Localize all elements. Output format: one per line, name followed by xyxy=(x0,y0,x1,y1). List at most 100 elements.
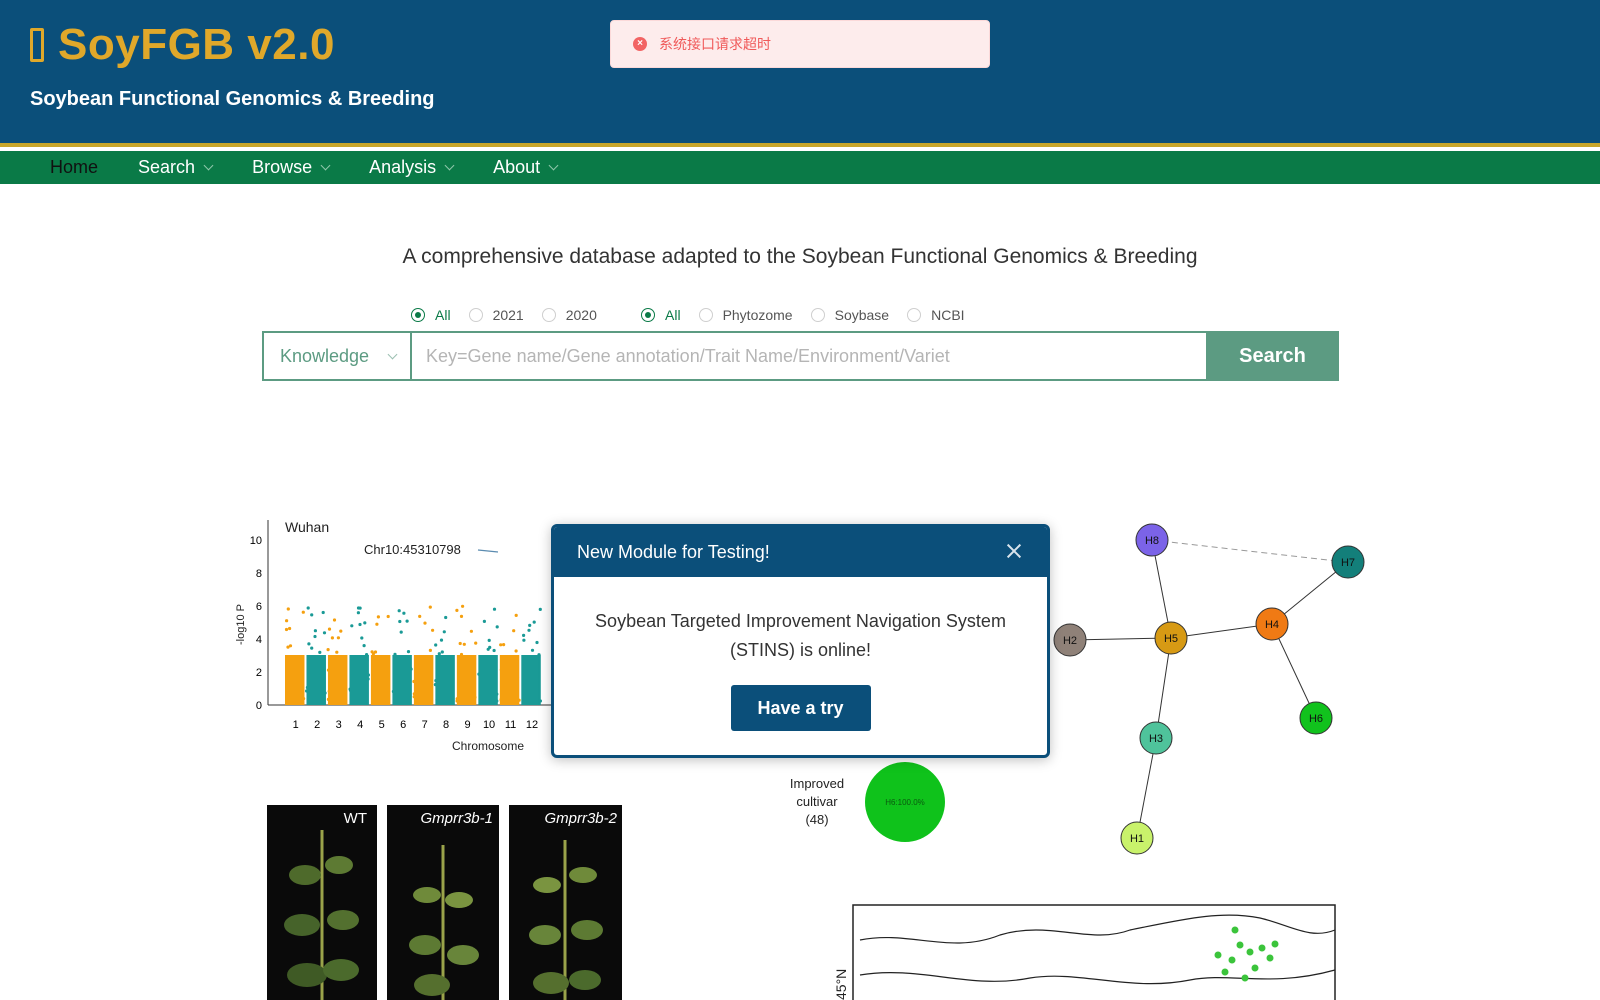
manhattan-point xyxy=(418,614,422,618)
nav-home[interactable]: Home xyxy=(50,157,98,178)
pie-label-line: Improved xyxy=(790,776,844,791)
manhattan-point xyxy=(326,648,330,652)
main-nav: Home Search Browse Analysis About xyxy=(0,151,1600,184)
manhattan-dense-band xyxy=(478,655,498,705)
x-tick-label: 11 xyxy=(505,719,516,731)
manhattan-point xyxy=(322,631,327,635)
manhattan-point xyxy=(439,638,444,642)
search-input[interactable] xyxy=(411,331,1206,381)
manhattan-point xyxy=(527,628,531,632)
nav-analysis[interactable]: Analysis xyxy=(369,157,455,178)
nav-search-label: Search xyxy=(138,157,196,177)
manhattan-dense-band xyxy=(435,655,455,705)
manhattan-dense-band xyxy=(392,655,412,705)
plant-label: Gmprr3b-2 xyxy=(544,810,617,827)
manhattan-dense-band xyxy=(499,655,520,705)
manhattan-point xyxy=(437,652,441,656)
year-option-2020[interactable]: 2020 xyxy=(541,307,597,323)
site-subtitle: Soybean Functional Genomics & Breeding xyxy=(30,88,435,110)
error-toast: × 系统接口请求超时 xyxy=(610,20,990,68)
manhattan-point xyxy=(335,650,339,654)
manhattan-dense-band xyxy=(456,655,477,705)
manhattan-point xyxy=(356,606,361,610)
radio-dot xyxy=(411,308,425,322)
source-option-label: Phytozome xyxy=(722,307,793,323)
source-option-phytozome[interactable]: Phytozome xyxy=(698,307,793,323)
plant-photos-figure: WT Gmprr3b-1 Gmprr3b-2 xyxy=(267,805,622,1000)
manhattan-point xyxy=(502,643,506,647)
manhattan-point xyxy=(402,611,406,615)
y-tick-label: 2 xyxy=(256,667,262,679)
nav-search[interactable]: Search xyxy=(138,157,214,178)
radio-dot xyxy=(541,308,556,322)
manhattan-xlabel: Chromosome xyxy=(452,739,524,753)
manhattan-point xyxy=(522,633,526,637)
manhattan-point xyxy=(376,615,380,619)
manhattan-point xyxy=(327,627,332,631)
manhattan-point xyxy=(487,638,491,642)
manhattan-dense-band xyxy=(521,655,541,705)
manhattan-point xyxy=(399,630,403,634)
annotation-arrow xyxy=(477,549,499,553)
manhattan-point xyxy=(330,636,334,640)
manhattan-dense-band xyxy=(349,655,369,705)
manhattan-point xyxy=(482,619,486,623)
x-tick-label: 8 xyxy=(443,719,449,731)
search-button[interactable]: Search xyxy=(1206,331,1339,381)
plant-panel-mutant-1: Gmprr3b-1 xyxy=(387,805,499,1000)
manhattan-point xyxy=(363,621,367,625)
plant-panel-wt: WT xyxy=(267,805,377,1000)
manhattan-point xyxy=(474,641,478,645)
manhattan-point xyxy=(455,608,459,612)
manhattan-point xyxy=(301,610,305,614)
site-title[interactable]: SoyFGB v2.0 xyxy=(30,20,335,70)
nav-about[interactable]: About xyxy=(493,157,559,178)
source-option-ncbi[interactable]: NCBI xyxy=(907,307,965,323)
manhattan-annotation: Chr10:45310798 xyxy=(364,542,461,557)
plant-label: WT xyxy=(344,810,367,827)
source-option-all[interactable]: All xyxy=(641,307,681,323)
year-option-all[interactable]: All xyxy=(411,307,451,323)
x-tick-label: 5 xyxy=(379,719,385,731)
box-icon xyxy=(30,28,44,62)
manhattan-point xyxy=(310,613,314,617)
nav-analysis-label: Analysis xyxy=(369,157,437,177)
node-label: H3 xyxy=(1149,733,1163,745)
manhattan-point xyxy=(332,618,337,622)
manhattan-point xyxy=(514,613,518,617)
manhattan-point xyxy=(356,611,360,615)
source-option-label: All xyxy=(665,307,681,323)
manhattan-point xyxy=(288,626,292,631)
have-a-try-button[interactable]: Have a try xyxy=(730,685,871,731)
manhattan-point xyxy=(469,629,473,633)
manhattan-location: Wuhan xyxy=(285,520,329,535)
radio-dot xyxy=(698,308,713,322)
node-label: H6 xyxy=(1309,713,1323,725)
chevron-down-icon xyxy=(203,160,214,171)
search-category-select[interactable]: Knowledge xyxy=(262,331,411,381)
tagline: A comprehensive database adapted to the … xyxy=(402,245,1198,268)
node-label: H4 xyxy=(1265,619,1279,631)
manhattan-point xyxy=(434,643,438,647)
source-option-soybase[interactable]: Soybase xyxy=(810,307,889,323)
y-ticks: 0 2 4 6 8 10 xyxy=(250,535,262,712)
node-label: H5 xyxy=(1164,633,1178,645)
year-option-2021[interactable]: 2021 xyxy=(468,307,524,323)
nav-browse[interactable]: Browse xyxy=(252,157,331,178)
distribution-map-figure: 45°N xyxy=(833,904,1336,1000)
manhattan-point xyxy=(286,645,290,649)
manhattan-point xyxy=(442,630,446,634)
y-tick-label: 10 xyxy=(250,535,262,547)
manhattan-point xyxy=(538,607,542,611)
manhattan-point xyxy=(444,615,448,620)
close-icon[interactable] xyxy=(1005,542,1023,560)
x-tick-label: 7 xyxy=(422,719,428,731)
x-tick-label: 10 xyxy=(483,719,495,731)
chevron-down-icon xyxy=(444,160,455,171)
manhattan-point xyxy=(499,643,503,647)
manhattan-point xyxy=(428,605,432,609)
modal-title: New Module for Testing! xyxy=(577,541,770,562)
manhattan-point xyxy=(428,648,432,652)
x-tick-label: 1 xyxy=(293,719,299,731)
manhattan-point xyxy=(284,627,289,632)
